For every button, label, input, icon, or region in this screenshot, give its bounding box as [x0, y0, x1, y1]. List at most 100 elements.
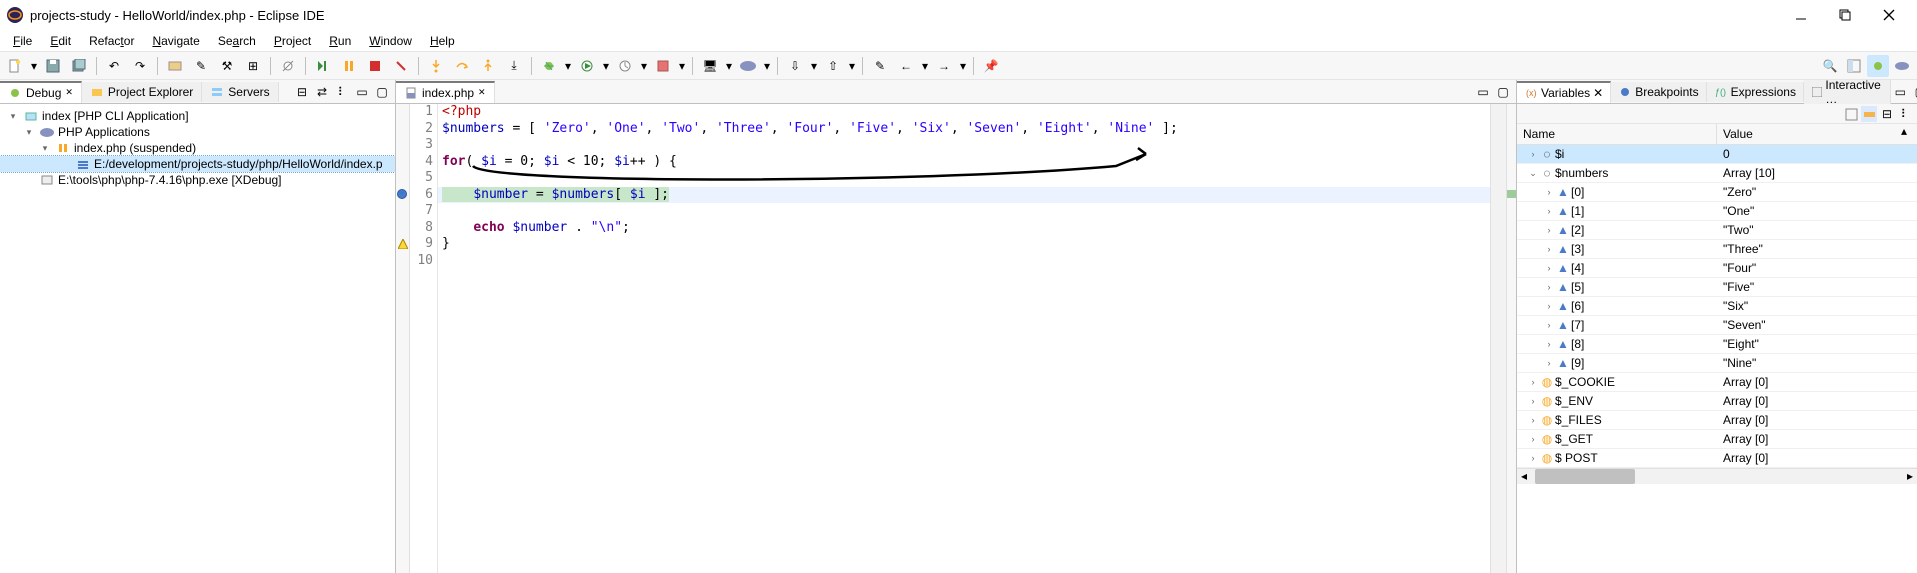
new-dropdown[interactable]: ▾ [30, 59, 38, 73]
var-row-array-item[interactable]: ›▲[5]"Five" [1517, 278, 1917, 297]
maximize-editor-icon[interactable]: ▢ [1494, 83, 1512, 101]
tab-servers[interactable]: Servers [202, 82, 278, 102]
terminate-icon[interactable] [364, 55, 386, 77]
save-icon[interactable] [42, 55, 64, 77]
var-row-array-item[interactable]: ›▲[7]"Seven" [1517, 316, 1917, 335]
scroll-right-icon[interactable]: ▸ [1903, 469, 1917, 484]
collapse-all-icon[interactable]: ⊟ [1879, 106, 1895, 122]
save-all-icon[interactable] [68, 55, 90, 77]
disconnect-icon[interactable] [390, 55, 412, 77]
target-node[interactable]: ▾ PHP Applications [0, 124, 395, 140]
twistie-icon[interactable]: ▾ [22, 127, 36, 138]
var-row-array-item[interactable]: ›▲[2]"Two" [1517, 221, 1917, 240]
redo-icon[interactable]: ↷ [129, 55, 151, 77]
open-type-icon[interactable] [164, 55, 186, 77]
var-row-array-item[interactable]: ›▲[4]"Four" [1517, 259, 1917, 278]
close-icon[interactable]: ✕ [478, 87, 486, 98]
editor-scrollbar[interactable] [1490, 104, 1506, 573]
var-row-post[interactable]: ›◍$ POSTArray [0] [1517, 449, 1917, 468]
next-annotation-icon[interactable]: ⇩ [784, 55, 806, 77]
collapse-all-icon[interactable]: ⊟ [293, 83, 311, 101]
scroll-left-icon[interactable]: ◂ [1517, 469, 1531, 484]
vscroll-up-icon[interactable]: ▴ [1901, 124, 1917, 144]
show-type-names-icon[interactable] [1843, 106, 1859, 122]
pin-editor-icon[interactable]: 📌 [980, 55, 1002, 77]
forward-icon[interactable]: → [933, 55, 955, 77]
marker-ruler[interactable]: ➔ [396, 104, 410, 573]
minimize-view-icon[interactable]: ▭ [1891, 83, 1909, 101]
menu-window[interactable]: Window [360, 31, 421, 51]
variables-table[interactable]: Name Value ▴ ›◌$i 0 ⌄◌$numbers Array [10… [1517, 124, 1917, 573]
minimize-editor-icon[interactable]: ▭ [1474, 83, 1492, 101]
undo-icon[interactable]: ↶ [103, 55, 125, 77]
step-into-icon[interactable] [425, 55, 447, 77]
var-row-array-item[interactable]: ›▲[1]"One" [1517, 202, 1917, 221]
stack-frame-node[interactable]: E:/development/projects-study/php/HelloW… [0, 156, 395, 172]
code-editor[interactable]: ➔ 12345678910 <?php $numbers = [ 'Zero',… [396, 104, 1516, 573]
col-name[interactable]: Name [1517, 124, 1717, 144]
show-logical-icon[interactable] [1861, 106, 1877, 122]
drop-to-frame-icon[interactable]: ⤓ [503, 55, 525, 77]
skip-breakpoints-icon[interactable] [277, 55, 299, 77]
menu-edit[interactable]: Edit [41, 31, 80, 51]
back-icon[interactable]: ← [895, 55, 917, 77]
suspend-icon[interactable] [338, 55, 360, 77]
last-edit-icon[interactable]: ✎ [869, 55, 891, 77]
close-icon[interactable]: ✕ [65, 87, 73, 98]
var-row-array-item[interactable]: ›▲[6]"Six" [1517, 297, 1917, 316]
wand-icon[interactable]: ✎ [190, 55, 212, 77]
build-icon[interactable]: ⚒ [216, 55, 238, 77]
perspective-debug-icon[interactable] [1867, 55, 1889, 77]
menu-navigate[interactable]: Navigate [143, 31, 208, 51]
run-icon[interactable] [576, 55, 598, 77]
tab-debug[interactable]: Debug ✕ [0, 81, 82, 103]
twistie-icon[interactable]: ▾ [38, 143, 52, 154]
var-row-array-item[interactable]: ›▲[8]"Eight" [1517, 335, 1917, 354]
launch-node[interactable]: ▾ index [PHP CLI Application] [0, 108, 395, 124]
new-icon[interactable] [4, 55, 26, 77]
tab-project-explorer[interactable]: Project Explorer [82, 82, 202, 102]
minimize-button[interactable] [1779, 0, 1823, 30]
var-row-get[interactable]: ›◍$_GETArray [0] [1517, 430, 1917, 449]
maximize-view-icon[interactable]: ▢ [373, 83, 391, 101]
process-node[interactable]: E:\tools\php\php-7.4.16\php.exe [XDebug] [0, 172, 395, 188]
open-perspective-icon[interactable] [1843, 55, 1865, 77]
menu-search[interactable]: Search [209, 31, 265, 51]
link-editor-icon[interactable]: ⇄ [313, 83, 331, 101]
close-button[interactable] [1867, 0, 1911, 30]
debug-tree[interactable]: ▾ index [PHP CLI Application] ▾ PHP Appl… [0, 104, 395, 573]
tab-breakpoints[interactable]: Breakpoints [1611, 82, 1706, 102]
tab-expressions[interactable]: ƒ() Expressions [1707, 82, 1804, 102]
view-menu-icon[interactable]: ⠇ [1897, 106, 1913, 122]
minimize-view-icon[interactable]: ▭ [353, 83, 371, 101]
toggle-mark-icon[interactable]: ⊞ [242, 55, 264, 77]
twistie-icon[interactable]: ⌄ [1527, 164, 1539, 182]
step-over-icon[interactable] [451, 55, 473, 77]
maximize-view-icon[interactable]: ▢ [1911, 83, 1917, 101]
php-icon[interactable] [737, 55, 759, 77]
var-row-array-item[interactable]: ›▲[0]"Zero" [1517, 183, 1917, 202]
overview-ruler[interactable] [1506, 104, 1516, 573]
var-row-array-item[interactable]: ›▲[3]"Three" [1517, 240, 1917, 259]
maximize-button[interactable] [1823, 0, 1867, 30]
menu-file[interactable]: File [4, 31, 41, 51]
tab-variables[interactable]: (x)= Variables ✕ [1517, 81, 1611, 103]
var-row-cookie[interactable]: ›◍$_COOKIEArray [0] [1517, 373, 1917, 392]
var-row-numbers[interactable]: ⌄◌$numbers Array [10] [1517, 164, 1917, 183]
thread-node[interactable]: ▾ index.php (suspended) [0, 140, 395, 156]
close-icon[interactable]: ✕ [1593, 86, 1603, 100]
menu-refactor[interactable]: Refactor [80, 31, 143, 51]
search-icon[interactable]: 🔍 [1819, 55, 1841, 77]
view-menu-icon[interactable]: ⠇ [333, 83, 351, 101]
step-return-icon[interactable] [477, 55, 499, 77]
debug-icon[interactable] [538, 55, 560, 77]
new-server-icon[interactable]: 🖥 [699, 55, 721, 77]
resume-icon[interactable] [312, 55, 334, 77]
prev-annotation-icon[interactable]: ⇧ [822, 55, 844, 77]
twistie-icon[interactable]: ▾ [6, 111, 20, 122]
scrollbar-thumb[interactable] [1535, 469, 1635, 484]
var-row-env[interactable]: ›◍$_ENVArray [0] [1517, 392, 1917, 411]
editor-tab-index[interactable]: index.php ✕ [396, 81, 495, 103]
profile-icon[interactable] [614, 55, 636, 77]
menu-help[interactable]: Help [421, 31, 464, 51]
